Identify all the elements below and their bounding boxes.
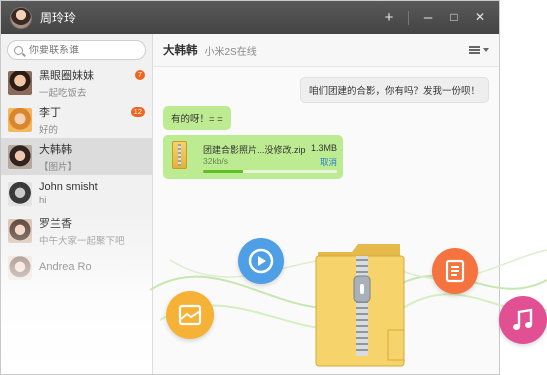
title-divider bbox=[408, 10, 409, 25]
avatar bbox=[8, 255, 32, 280]
unread-badge: 12 bbox=[130, 107, 145, 117]
menu-icon[interactable] bbox=[469, 46, 489, 54]
app-window: 周玲玲 + – □ ✕ 黑眼圈妹妹 一起吃饭去 7 李丁 好的 12 bbox=[0, 0, 500, 375]
user-avatar[interactable] bbox=[10, 6, 32, 29]
transfer-progress-bar bbox=[203, 170, 337, 173]
avatar bbox=[8, 218, 32, 243]
search-icon bbox=[14, 45, 23, 55]
transfer-progress-fill bbox=[203, 170, 244, 173]
avatar bbox=[8, 107, 32, 132]
avatar bbox=[8, 144, 32, 169]
music-icon bbox=[499, 296, 547, 344]
cancel-transfer-button[interactable]: 取消 bbox=[320, 156, 337, 168]
contact-sidebar: 黑眼圈妹妹 一起吃饭去 7 李丁 好的 12 大韩韩 【图片】 John smi… bbox=[1, 34, 153, 374]
play-icon bbox=[238, 238, 284, 284]
chevron-down-icon bbox=[483, 48, 489, 52]
file-name: 团建合影照片...没修改.zip bbox=[203, 145, 306, 155]
chat-contact-status: 小米2S在线 bbox=[204, 46, 257, 58]
contact-name: 罗兰香 bbox=[39, 217, 72, 230]
file-transfer-card: 团建合影照片...没修改.zip 1.3MB 32kb/s 取消 bbox=[163, 135, 343, 179]
search-input[interactable] bbox=[29, 44, 139, 56]
avatar bbox=[8, 181, 32, 206]
title-bar: 周玲玲 + – □ ✕ bbox=[1, 1, 499, 34]
contact-name: 大韩韩 bbox=[39, 143, 72, 156]
contact-item-selected[interactable]: 大韩韩 【图片】 bbox=[1, 138, 152, 175]
contact-name: 李丁 bbox=[39, 106, 61, 119]
avatar bbox=[8, 70, 32, 95]
window-title: 周玲玲 bbox=[40, 11, 77, 25]
contact-last-message: hi bbox=[39, 195, 47, 206]
transfer-speed: 32kb/s bbox=[203, 156, 229, 166]
folder-zip-icon bbox=[315, 244, 405, 367]
minimize-button[interactable]: – bbox=[415, 1, 441, 34]
message-bubble-incoming: 咱们团建的合影，你有吗？发我一份呗！ bbox=[299, 77, 489, 103]
maximize-button[interactable]: □ bbox=[441, 1, 467, 34]
contact-item[interactable]: John smisht hi bbox=[1, 175, 152, 212]
chat-header: 大韩韩 小米2S在线 bbox=[153, 34, 499, 67]
contact-name: Andrea Ro bbox=[39, 260, 92, 273]
document-icon bbox=[432, 248, 478, 294]
unread-badge: 7 bbox=[134, 70, 145, 80]
image-icon bbox=[166, 291, 214, 339]
contact-item[interactable]: Andrea Ro bbox=[1, 249, 152, 286]
contact-last-message: 中午大家一起聚下吧 bbox=[39, 235, 125, 247]
add-button[interactable]: + bbox=[376, 1, 402, 34]
contact-item[interactable]: 罗兰香 中午大家一起聚下吧 bbox=[1, 212, 152, 249]
contact-last-message: 一起吃饭去 bbox=[39, 87, 87, 99]
contact-last-message: 好的 bbox=[39, 124, 59, 136]
search-box[interactable] bbox=[7, 40, 146, 60]
file-size: 1.3MB bbox=[310, 143, 337, 153]
close-button[interactable]: ✕ bbox=[467, 1, 493, 34]
contact-name: 黑眼圈妹妹 bbox=[39, 69, 94, 82]
contact-last-message: 【图片】 bbox=[39, 161, 78, 173]
chat-contact-name: 大韩韩 bbox=[163, 45, 198, 57]
message-bubble-outgoing: 有的呀！= = bbox=[163, 106, 231, 130]
zip-file-icon bbox=[172, 141, 187, 169]
contact-item[interactable]: 李丁 好的 12 bbox=[1, 101, 152, 138]
contact-name: John smisht bbox=[39, 181, 98, 193]
contact-item[interactable]: 黑眼圈妹妹 一起吃饭去 7 bbox=[1, 64, 152, 101]
